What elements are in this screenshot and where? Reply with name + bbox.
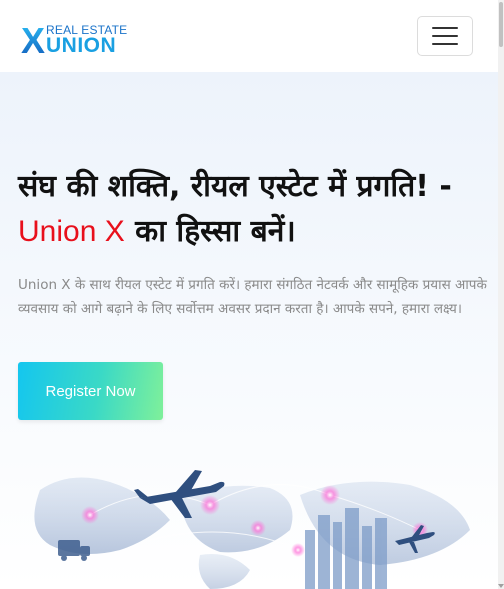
world-map-illustration [0,460,498,589]
hero-title-part2: का हिस्सा बनें। [124,214,296,249]
hamburger-line [432,35,458,37]
scroll-down-arrow-icon[interactable] [498,583,504,589]
scrollbar-thumb[interactable] [499,2,503,47]
logo-wordmark: UNION [46,34,117,57]
hero-description: Union X के साथ रीयल एस्टेट में प्रगति कर… [18,277,487,317]
logo[interactable]: X REAL ESTATE UNION [21,16,127,61]
navbar-toggle-button[interactable] [417,16,473,56]
register-now-button[interactable]: Register Now [18,362,163,420]
page-scrollbar[interactable] [498,0,504,589]
hamburger-menu-icon [432,27,458,29]
logo-text: REAL ESTATE UNION [46,24,127,57]
hero-title: संघ की शक्ति, रीयल एस्टेट में प्रगति! - … [18,164,488,254]
hamburger-line [432,43,458,45]
hero-section: संघ की शक्ति, रीयल एस्टेट में प्रगति! - … [0,72,498,589]
logo-x-letter: X [21,20,46,61]
hero-title-brand: Union X [18,215,125,248]
navbar: X REAL ESTATE UNION [0,0,498,72]
hero-title-part1: संघ की शक्ति, रीयल एस्टेट में प्रगति! - [18,169,452,204]
